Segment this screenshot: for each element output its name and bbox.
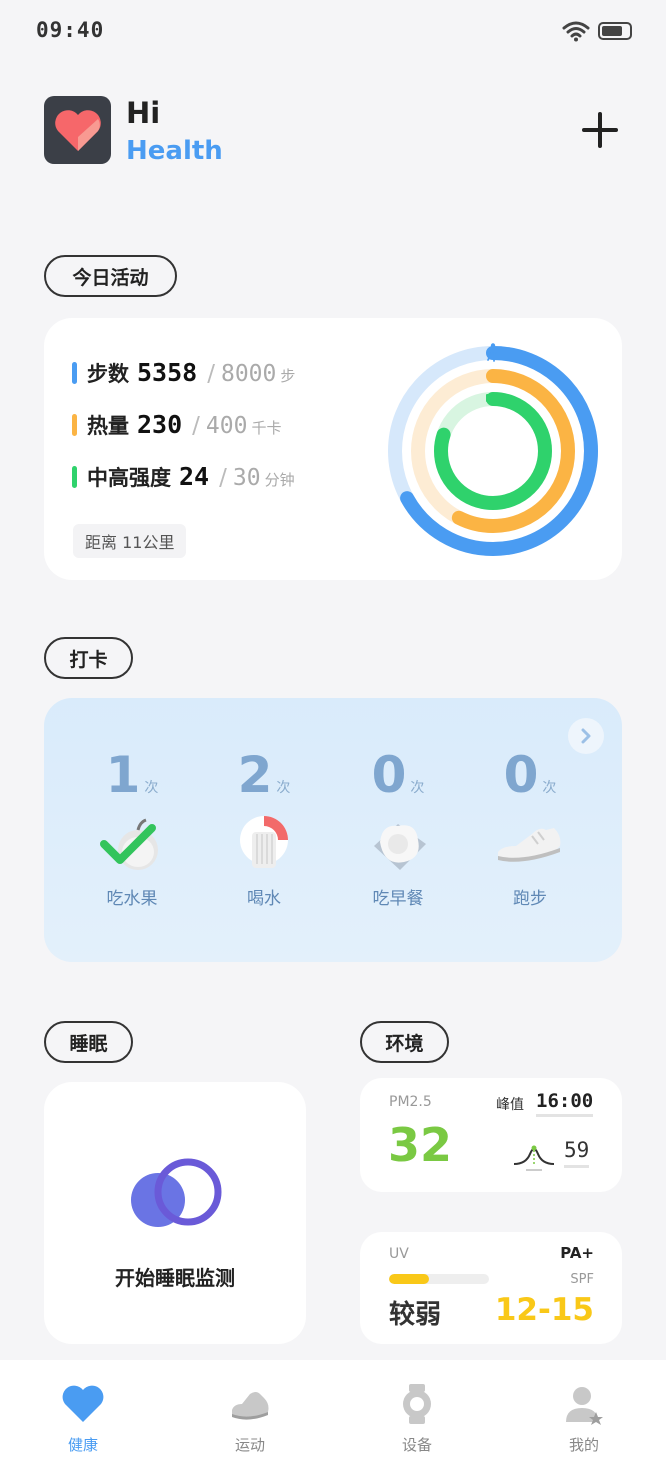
intensity-value: 24 [179, 462, 210, 491]
intensity-goal: 30 [232, 465, 261, 491]
pm25-label: PM2.5 [389, 1094, 432, 1110]
user-icon [566, 1387, 603, 1425]
checkin-label: 吃水果 [106, 889, 158, 909]
intensity-slash: / [219, 465, 227, 491]
steps-label: 步数 [87, 362, 129, 386]
uv-level-bar [389, 1274, 489, 1284]
calories-goal: 400 [205, 413, 248, 439]
tab-health[interactable]: 健康 [38, 1382, 128, 1455]
pm25-card[interactable]: PM2.5 32 峰值 16:00 59 [360, 1078, 622, 1192]
section-title-activity[interactable]: 今日活动 [44, 255, 177, 297]
water-cup-icon [240, 816, 288, 868]
steps-slash: / [207, 361, 215, 387]
peak-value: 59 [564, 1138, 590, 1168]
uv-label: UV [389, 1246, 409, 1262]
heart-icon [62, 1385, 104, 1422]
tab-device[interactable]: 设备 [372, 1382, 462, 1455]
uv-card[interactable]: UV PA+ SPF 较弱 12-15 [360, 1232, 622, 1344]
steps-row: 步数 5358 / 8000 步 [72, 358, 295, 388]
shoe-icon [232, 1392, 269, 1420]
activity-card[interactable]: 步数 5358 / 8000 步 热量 230 / 400 千卡 中高强度 24… [44, 318, 622, 580]
checkin-item-breakfast[interactable]: 0次 吃早餐 [338, 746, 458, 909]
calories-row: 热量 230 / 400 千卡 [72, 410, 281, 440]
pa-label: PA+ [560, 1244, 594, 1262]
peak-time: 16:00 [536, 1090, 594, 1117]
checkin-count: 0 [503, 746, 539, 804]
fried-egg-icon [374, 824, 426, 870]
spf-label: SPF [570, 1272, 594, 1287]
peak-label: 峰值 [496, 1097, 524, 1113]
section-title-checkin[interactable]: 打卡 [44, 637, 133, 679]
tab-label: 运动 [234, 1436, 265, 1454]
activity-rings[interactable] [382, 340, 604, 562]
watch-icon [403, 1384, 431, 1424]
status-time: 09:40 [36, 18, 105, 42]
status-bar: 09:40 [0, 0, 666, 64]
running-shoe-icon [498, 828, 561, 862]
checkin-count: 0 [371, 746, 407, 804]
spf-value: 12-15 [494, 1292, 594, 1328]
chevron-right-icon [581, 728, 591, 744]
intensity-label: 中高强度 [87, 466, 171, 490]
add-button[interactable] [580, 110, 620, 150]
apple-check-icon [100, 818, 158, 870]
checkin-card[interactable]: 1次 吃水果 2次 喝水 0次 吃早餐 0次 跑步 [44, 698, 622, 962]
checkin-item-fruit[interactable]: 1次 吃水果 [72, 746, 192, 909]
steps-goal: 8000 [220, 361, 277, 387]
tab-label: 健康 [67, 1436, 98, 1454]
app-title-hi: Hi [126, 96, 161, 130]
battery-icon [598, 22, 632, 40]
calories-color-bar [72, 414, 77, 436]
calories-value: 230 [137, 410, 183, 439]
checkin-label: 跑步 [513, 889, 547, 909]
tab-mine[interactable]: 我的 [539, 1382, 629, 1455]
intensity-unit: 分钟 [264, 471, 295, 489]
app-logo [44, 96, 111, 164]
sleep-monitor-icon [131, 1158, 222, 1227]
peak-curve-icon [513, 1145, 555, 1171]
app-header: Hi Health [44, 96, 624, 168]
app-title-health: Health [126, 136, 223, 166]
checkin-item-water[interactable]: 2次 喝水 [204, 746, 324, 909]
intensity-color-bar [72, 466, 77, 488]
sleep-start-label: 开始睡眠监测 [115, 1266, 235, 1290]
uv-level-bar-fill [389, 1274, 429, 1284]
heart-logo-icon [54, 110, 101, 151]
calories-unit: 千卡 [251, 419, 282, 437]
pm25-value: 32 [388, 1118, 453, 1172]
checkin-unit: 次 [542, 780, 557, 796]
wifi-icon [562, 21, 590, 42]
tab-sport[interactable]: 运动 [205, 1382, 295, 1455]
uv-level-text: 较弱 [389, 1300, 442, 1330]
checkin-label: 吃早餐 [372, 889, 424, 909]
tab-label: 设备 [401, 1436, 432, 1454]
checkin-unit: 次 [144, 780, 159, 796]
checkin-unit: 次 [410, 780, 425, 796]
intensity-row: 中高强度 24 / 30 分钟 [72, 462, 295, 492]
tab-label: 我的 [568, 1436, 599, 1454]
checkin-item-running[interactable]: 0次 跑步 [470, 746, 590, 909]
sleep-card[interactable]: 开始睡眠监测 [44, 1082, 306, 1344]
distance-tag: 距离 11公里 [73, 524, 187, 558]
steps-color-bar [72, 362, 77, 384]
status-icons [562, 20, 632, 42]
checkin-count: 1 [105, 746, 141, 804]
checkin-label: 喝水 [247, 889, 281, 909]
section-title-environment[interactable]: 环境 [360, 1021, 449, 1063]
steps-value: 5358 [137, 358, 198, 387]
steps-unit: 步 [280, 367, 296, 385]
checkin-count: 2 [237, 746, 273, 804]
section-title-sleep[interactable]: 睡眠 [44, 1021, 133, 1063]
calories-label: 热量 [87, 414, 129, 438]
bottom-tab-bar: 健康 运动 设备 我的 [0, 1360, 666, 1482]
checkin-unit: 次 [276, 780, 291, 796]
calories-slash: / [192, 413, 200, 439]
